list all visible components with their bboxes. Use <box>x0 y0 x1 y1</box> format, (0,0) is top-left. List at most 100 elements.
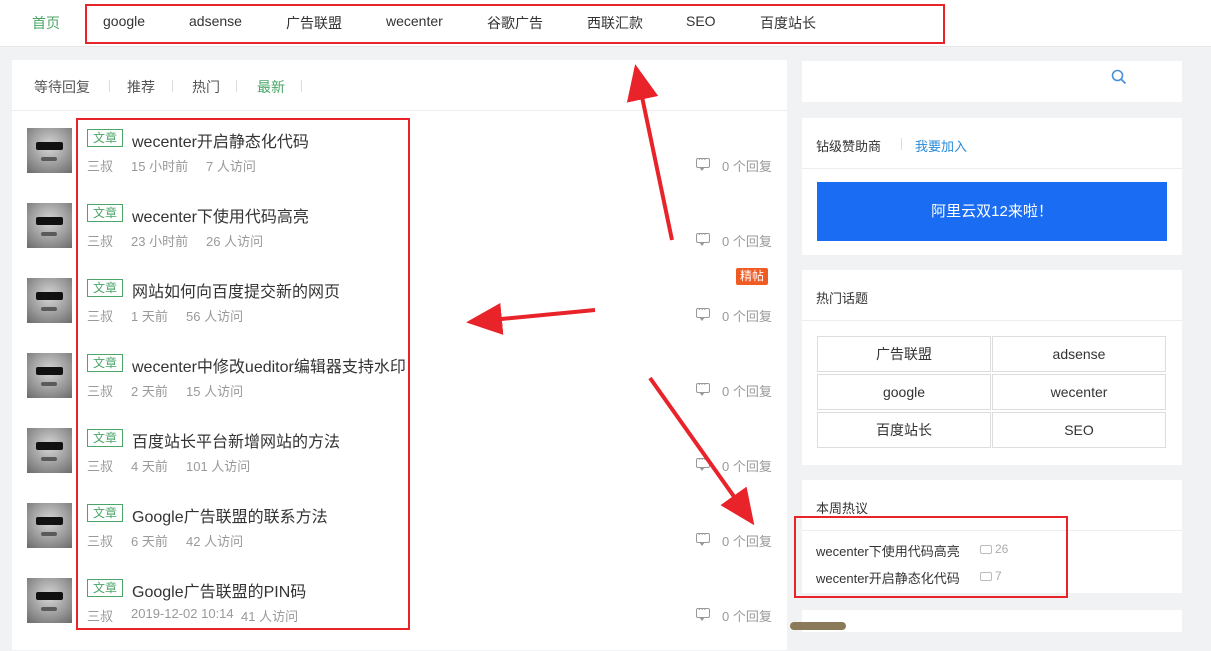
article-tag[interactable]: 文章 <box>87 579 124 597</box>
post-visits: 7 人访问 <box>206 159 256 174</box>
tab-divider <box>236 80 237 92</box>
hot-topics-card: 热门话题 广告联盟 adsense google wecenter 百度站长 S… <box>802 270 1182 465</box>
weekly-hot-count: 7 <box>980 569 1002 583</box>
article-tag[interactable]: 文章 <box>87 279 124 297</box>
post-author[interactable]: 三叔 <box>87 306 113 325</box>
featured-badge: 精帖 <box>736 268 769 285</box>
post-title[interactable]: wecenter中修改ueditor编辑器支持水印 <box>132 353 406 377</box>
scrollbar-thumb[interactable] <box>790 622 846 630</box>
nav-item-western-union[interactable]: 西联汇款 <box>587 13 643 33</box>
comment-icon <box>696 527 710 546</box>
post-time: 15 小时前 <box>131 159 189 174</box>
tab-divider <box>109 80 110 92</box>
tab-waiting-reply[interactable]: 等待回复 <box>34 77 90 97</box>
topic-tag[interactable]: 广告联盟 <box>817 336 991 372</box>
avatar[interactable] <box>27 203 72 248</box>
nav-item-wecenter[interactable]: wecenter <box>386 13 443 29</box>
post-title[interactable]: 百度站长平台新增网站的方法 <box>132 428 340 452</box>
weekly-hot-count: 26 <box>980 542 1008 556</box>
post-author[interactable]: 三叔 <box>87 381 113 400</box>
divider <box>802 320 1182 321</box>
sponsor-card: 钻级赞助商 我要加入 阿里云双12来啦！ <box>802 118 1182 255</box>
post-author[interactable]: 三叔 <box>87 456 113 475</box>
comment-icon <box>696 602 710 621</box>
post-time: 6 天前 <box>131 534 168 549</box>
nav-item-home[interactable]: 首页 <box>32 13 60 33</box>
article-tag[interactable]: 文章 <box>87 354 124 372</box>
list-item: 文章 网站如何向百度提交新的网页 精帖 三叔 1 天前 56 人访问 0 个回复 <box>12 268 787 351</box>
post-time: 1 天前 <box>131 309 168 324</box>
list-item: 文章 百度站长平台新增网站的方法 三叔 4 天前 101 人访问 0 个回复 <box>12 426 787 501</box>
join-sponsor-link[interactable]: 我要加入 <box>915 136 967 155</box>
post-author[interactable]: 三叔 <box>87 231 113 250</box>
weekly-hot-item[interactable]: wecenter下使用代码高亮 <box>816 541 960 560</box>
post-title[interactable]: Google广告联盟的联系方法 <box>132 503 328 527</box>
comment-icon <box>696 452 710 471</box>
article-tag[interactable]: 文章 <box>87 129 124 147</box>
post-title[interactable]: wecenter开启静态化代码 <box>132 128 309 152</box>
article-tag[interactable]: 文章 <box>87 429 124 447</box>
list-item: 文章 wecenter下使用代码高亮 三叔 23 小时前 26 人访问 0 个回… <box>12 201 787 276</box>
tab-recommended[interactable]: 推荐 <box>127 77 155 97</box>
comment-icon <box>696 152 710 171</box>
avatar[interactable] <box>27 578 72 623</box>
nav-item-seo[interactable]: SEO <box>686 13 716 29</box>
post-visits: 15 人访问 <box>186 384 244 399</box>
list-item: 文章 Google广告联盟的联系方法 三叔 6 天前 42 人访问 0 个回复 <box>12 501 787 576</box>
post-visits: 42 人访问 <box>186 534 244 549</box>
avatar[interactable] <box>27 278 72 323</box>
post-title[interactable]: Google广告联盟的PIN码 <box>132 578 306 602</box>
topic-tag[interactable]: 百度站长 <box>817 412 991 448</box>
search-icon[interactable] <box>1111 69 1127 85</box>
weekly-hot-title: 本周热议 <box>816 501 869 516</box>
post-author[interactable]: 三叔 <box>87 531 113 550</box>
avatar[interactable] <box>27 353 72 398</box>
comment-icon <box>696 302 710 321</box>
search-box[interactable] <box>802 61 1182 102</box>
post-title[interactable]: wecenter下使用代码高亮 <box>132 203 309 227</box>
sponsor-title: 钻级赞助商 <box>816 139 882 154</box>
sponsor-banner[interactable]: 阿里云双12来啦！ <box>817 182 1167 241</box>
tab-divider <box>172 80 173 92</box>
tab-divider <box>301 80 302 92</box>
nav-item-ad-alliance[interactable]: 广告联盟 <box>286 13 342 33</box>
comment-icon <box>980 572 992 581</box>
divider <box>901 138 902 150</box>
post-visits: 26 人访问 <box>206 234 264 249</box>
post-time: 2 天前 <box>131 384 168 399</box>
links-card <box>802 610 1182 632</box>
topic-tag[interactable]: google <box>817 374 991 410</box>
top-nav-bar: 首页 google adsense 广告联盟 wecenter 谷歌广告 西联汇… <box>0 0 1211 47</box>
divider <box>802 530 1182 531</box>
post-time: 23 小时前 <box>131 234 189 249</box>
tab-hot[interactable]: 热门 <box>192 77 220 97</box>
post-visits: 41 人访问 <box>241 609 299 624</box>
tab-latest[interactable]: 最新 <box>257 77 285 97</box>
post-visits: 56 人访问 <box>186 309 244 324</box>
weekly-hot-card: 本周热议 wecenter下使用代码高亮 26 wecenter开启静态化代码 … <box>802 480 1182 593</box>
avatar[interactable] <box>27 128 72 173</box>
article-tag[interactable]: 文章 <box>87 504 124 522</box>
post-time: 4 天前 <box>131 459 168 474</box>
nav-item-baidu-webmaster[interactable]: 百度站长 <box>760 13 816 33</box>
comment-icon <box>696 227 710 246</box>
post-tabs: 等待回复 推荐 热门 最新 <box>12 60 787 111</box>
post-title[interactable]: 网站如何向百度提交新的网页 <box>132 278 340 302</box>
topic-tag[interactable]: wecenter <box>992 374 1166 410</box>
list-item: 文章 wecenter中修改ueditor编辑器支持水印 三叔 2 天前 15 … <box>12 351 787 426</box>
post-list-card: 等待回复 推荐 热门 最新 文章 wecenter开启静态化代码 三叔 15 小… <box>12 60 787 650</box>
nav-item-google-ads[interactable]: 谷歌广告 <box>487 13 543 33</box>
article-tag[interactable]: 文章 <box>87 204 124 222</box>
avatar[interactable] <box>27 428 72 473</box>
nav-item-google[interactable]: google <box>103 13 145 29</box>
post-author[interactable]: 三叔 <box>87 156 113 175</box>
hot-topics-title: 热门话题 <box>816 291 869 306</box>
topic-tag[interactable]: SEO <box>992 412 1166 448</box>
post-author[interactable]: 三叔 <box>87 606 113 625</box>
avatar[interactable] <box>27 503 72 548</box>
weekly-hot-item[interactable]: wecenter开启静态化代码 <box>816 568 960 587</box>
topic-tag[interactable]: adsense <box>992 336 1166 372</box>
divider <box>802 168 1182 169</box>
list-item: 文章 Google广告联盟的PIN码 三叔 2019-12-02 10:14 4… <box>12 576 787 651</box>
nav-item-adsense[interactable]: adsense <box>189 13 242 29</box>
